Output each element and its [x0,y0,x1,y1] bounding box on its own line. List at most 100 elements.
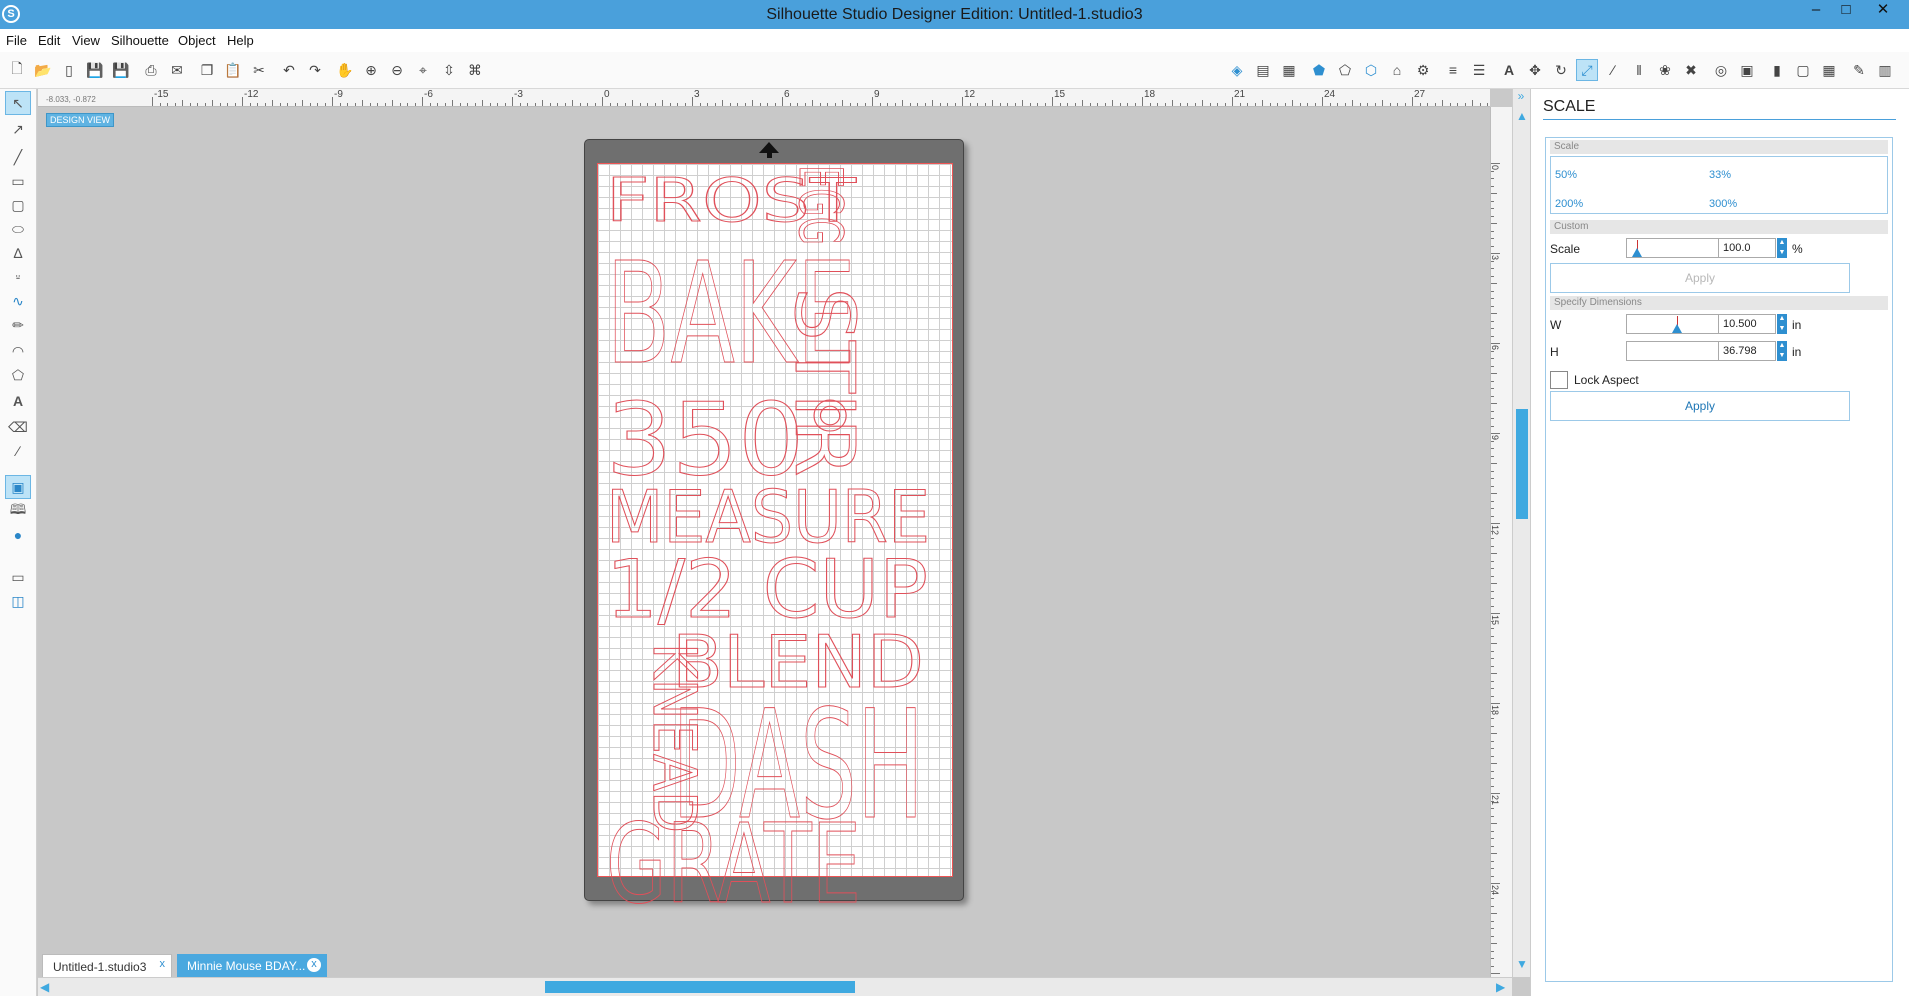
open-file-icon[interactable]: 📂 [32,59,54,81]
scale-slider[interactable] [1626,238,1730,258]
fit-to-page-icon[interactable]: ⌘ [464,59,486,81]
menu-view[interactable]: View [72,33,100,48]
page-setup-icon[interactable]: ▤ [1252,59,1274,81]
scale-input[interactable]: 100.0 [1718,238,1776,258]
grid-settings-icon[interactable]: ▦ [1818,59,1840,81]
panel-collapse-icon[interactable]: » [1512,89,1530,107]
apply-scale-button[interactable]: Apply [1550,263,1850,293]
regular-polygon-icon[interactable]: ⬠ [5,363,31,387]
design-page-icon[interactable]: ▣ [5,475,31,499]
split-view-icon[interactable]: ◫ [5,589,31,613]
horizontal-scrollbar[interactable]: ◀ ▶ [38,977,1512,996]
align-icon[interactable]: ‖ [1628,59,1650,81]
width-input[interactable]: 10.500 [1718,314,1776,334]
vertical-scroll-thumb[interactable] [1516,409,1528,519]
gradient-icon[interactable]: ⬠ [1334,59,1356,81]
replicate-icon[interactable]: ❀ [1654,59,1676,81]
save-icon[interactable]: 💾 [84,59,106,81]
smooth-freehand-icon[interactable]: ✏ [5,313,31,337]
width-slider[interactable] [1626,314,1730,334]
transform-icon[interactable]: ✥ [1524,59,1546,81]
menu-file[interactable]: File [6,33,27,48]
store-icon[interactable]: ✎ [1848,59,1870,81]
ellipse-tool-icon[interactable]: ⬭ [5,217,31,241]
preset-50[interactable]: 50% [1555,169,1577,181]
line-color-icon[interactable]: ⌂ [1386,59,1408,81]
cut-style-icon[interactable]: ≡ [1442,59,1464,81]
pan-hand-icon[interactable]: ✋ [334,59,356,81]
fill-panel-icon[interactable]: ⬟ [1308,59,1330,81]
menu-edit[interactable]: Edit [38,33,60,48]
tab-minnie-mouse[interactable]: Minnie Mouse BDAY... x [177,954,327,977]
menu-help[interactable]: Help [227,33,254,48]
pattern-icon[interactable]: ⬡ [1360,59,1382,81]
menu-object[interactable]: Object [178,33,216,48]
send-icon[interactable]: ▮ [1766,59,1788,81]
polygon-tool-icon[interactable]: ∆ [5,241,31,265]
scale-panel-icon[interactable]: ⤢ [1576,59,1598,81]
height-slider[interactable] [1626,341,1731,361]
shear-icon[interactable]: ∕ [1602,59,1624,81]
arc-tool-icon[interactable]: ◠ [5,339,31,363]
save-library-icon[interactable]: 💾 [110,59,132,81]
width-slider-knob[interactable] [1672,324,1682,333]
knife-tool-icon[interactable]: ∕ [5,439,31,463]
library-icon[interactable]: ▯ [58,59,80,81]
scroll-down-icon[interactable]: ▼ [1516,957,1528,971]
line-tool-icon[interactable]: ╱ [5,145,31,169]
single-view-icon[interactable]: ▭ [5,565,31,589]
paste-icon[interactable]: 📋 [222,59,244,81]
copy-icon[interactable]: ❐ [196,59,218,81]
silhouette-store-icon[interactable]: ● [5,523,31,547]
fill-color-icon[interactable]: ◈ [1226,59,1248,81]
close-button[interactable]: ✕ [1866,0,1900,22]
new-file-icon[interactable]: 🗋 [6,59,28,81]
design-canvas[interactable]: DESIGN VIEW FROST BAKE 350° MEASURE 1/2 … [38,107,1490,977]
freehand-tool-icon[interactable]: ∿ [5,289,31,313]
zoom-select-icon[interactable]: ⌖ [412,59,434,81]
menu-silhouette[interactable]: Silhouette [111,33,169,48]
drag-zoom-icon[interactable]: ⇳ [438,59,460,81]
preset-300[interactable]: 300% [1709,198,1737,210]
offset-icon[interactable]: ◎ [1710,59,1732,81]
redo-icon[interactable]: ↷ [304,59,326,81]
grid-icon[interactable]: ▦ [1278,59,1300,81]
zoom-out-icon[interactable]: ⊖ [386,59,408,81]
select-tool-icon[interactable]: ↖ [5,91,31,115]
height-spinner[interactable]: ▲ ▼ [1777,341,1787,361]
rotate-icon[interactable]: ↻ [1550,59,1572,81]
eraser-tool-icon[interactable]: ⌫ [5,415,31,439]
scroll-up-icon[interactable]: ▲ [1516,109,1528,123]
text-style-icon[interactable]: A [1498,59,1520,81]
send-to-silhouette-icon[interactable]: ✉ [166,59,188,81]
vertical-scrollbar[interactable]: ▲ ▼ [1512,89,1530,977]
library-book-icon[interactable]: 🕮 [5,499,31,523]
close-tab-icon[interactable]: x [307,958,321,972]
rectangle-tool-icon[interactable]: ▭ [5,169,31,193]
layers-icon[interactable]: ☰ [1468,59,1490,81]
scale-slider-knob[interactable] [1632,248,1642,257]
modify-icon[interactable]: ✖ [1680,59,1702,81]
lock-aspect-checkbox[interactable] [1550,371,1568,389]
scale-spinner[interactable]: ▲ ▼ [1777,238,1787,258]
rounded-rect-tool-icon[interactable]: ▢ [5,193,31,217]
curve-tool-icon[interactable]: ⸚ [5,265,31,289]
text-tool-icon[interactable]: A [5,389,31,413]
line-style-icon[interactable]: ⚙ [1412,59,1434,81]
print-icon[interactable]: ⎙ [140,59,162,81]
undo-icon[interactable]: ↶ [278,59,300,81]
tab-untitled-1[interactable]: Untitled-1.studio3 x [42,954,172,977]
preset-200[interactable]: 200% [1555,198,1583,210]
height-input[interactable]: 36.798 [1718,341,1776,361]
horizontal-scroll-thumb[interactable] [545,981,855,993]
zoom-in-icon[interactable]: ⊕ [360,59,382,81]
close-tab-icon[interactable]: x [160,958,166,970]
library-view-icon[interactable]: ▥ [1874,59,1896,81]
width-spinner[interactable]: ▲ ▼ [1777,314,1787,334]
trace-icon[interactable]: ▣ [1736,59,1758,81]
scroll-left-icon[interactable]: ◀ [40,980,49,994]
registration-icon[interactable]: ▢ [1792,59,1814,81]
scroll-right-icon[interactable]: ▶ [1496,980,1505,994]
cut-icon[interactable]: ✂ [248,59,270,81]
maximize-button[interactable]: □ [1829,0,1863,22]
